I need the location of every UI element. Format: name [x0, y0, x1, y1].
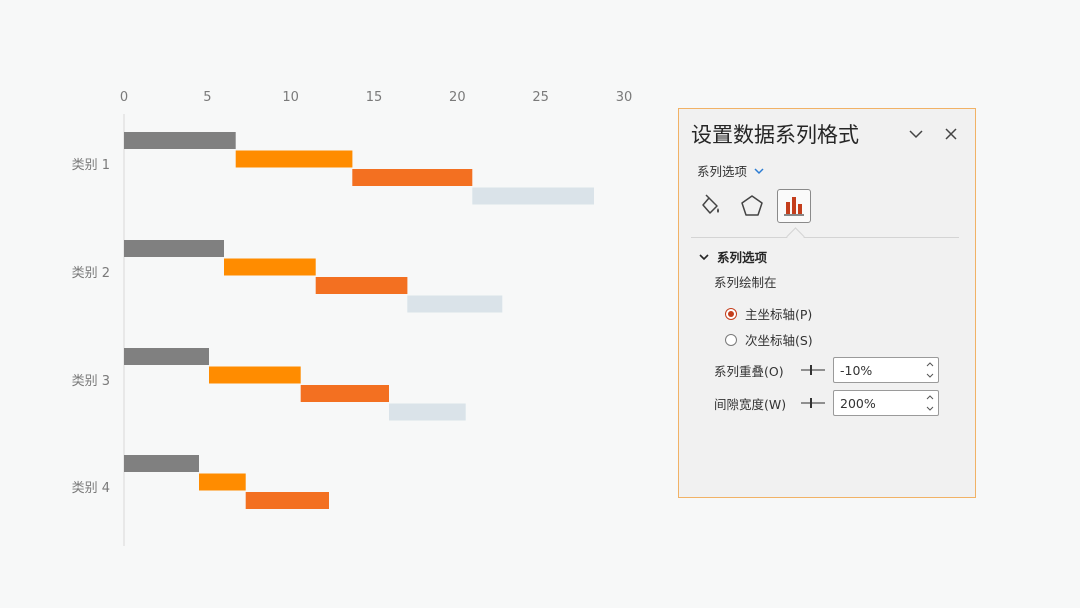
slider-icon	[801, 365, 825, 375]
gap-width-row: 间隙宽度(W)	[714, 390, 939, 416]
chevron-down-icon	[754, 167, 764, 174]
spin-up-button[interactable]	[924, 360, 936, 369]
pentagon-icon	[741, 195, 763, 216]
bar	[389, 403, 466, 421]
x-tick-label: 15	[366, 90, 383, 105]
gap-width-spin-arrows	[924, 393, 936, 413]
bar	[352, 169, 473, 186]
spin-down-button[interactable]	[924, 404, 936, 413]
tab-series-options[interactable]	[777, 189, 811, 223]
x-tick-label: 5	[203, 90, 211, 105]
primary-axis-label: 主坐标轴(P)	[745, 307, 813, 322]
chevron-up-icon	[926, 362, 934, 367]
x-tick-label: 25	[532, 90, 549, 105]
bar-chart-icon	[784, 197, 804, 216]
plot-series-on-label: 系列绘制在	[714, 275, 777, 290]
tab-fill-line[interactable]	[693, 189, 727, 223]
bar	[124, 348, 209, 365]
chevron-down-icon	[926, 406, 934, 411]
category-label: 类别 3	[72, 374, 110, 389]
series-overlap-slider[interactable]	[796, 362, 830, 378]
gap-width-label: 间隙宽度(W)	[714, 396, 787, 412]
section-title: 系列选项	[717, 250, 768, 265]
chevron-down-icon	[909, 130, 923, 139]
category-label: 类别 2	[72, 266, 110, 281]
secondary-axis-radio[interactable]	[725, 333, 737, 346]
primary-axis-radio-option[interactable]: 主坐标轴(P)	[725, 304, 812, 323]
format-data-series-pane: 设置数据系列格式 系列选项 系列选项 系列绘制在 主坐标轴(P) 次坐标轴(S)…	[678, 108, 976, 498]
tab-divider	[691, 237, 959, 238]
bar	[124, 455, 199, 472]
gap-width-spinbox[interactable]	[833, 390, 939, 416]
series-overlap-spin-arrows	[924, 360, 936, 380]
series-overlap-spinbox[interactable]	[833, 357, 939, 383]
secondary-axis-label: 次坐标轴(S)	[745, 333, 813, 348]
series-overlap-label: 系列重叠(O)	[714, 363, 784, 379]
series-overlap-row: 系列重叠(O)	[714, 357, 939, 383]
bar	[235, 150, 353, 168]
secondary-axis-radio-option[interactable]: 次坐标轴(S)	[725, 330, 813, 349]
tab-effects[interactable]	[735, 189, 769, 223]
active-tab-pointer	[786, 227, 805, 246]
bar	[472, 187, 594, 205]
close-icon	[945, 128, 957, 140]
category-label: 类别 4	[72, 481, 110, 496]
pane-close-button[interactable]	[940, 123, 962, 145]
pane-tabs	[693, 189, 811, 223]
spin-down-button[interactable]	[924, 371, 936, 380]
spin-up-button[interactable]	[924, 393, 936, 402]
chevron-down-icon	[699, 253, 709, 260]
bar	[300, 385, 389, 402]
slider-icon	[801, 398, 825, 408]
bar	[199, 473, 246, 491]
pane-title: 设置数据系列格式	[691, 123, 859, 147]
paint-bucket-icon	[702, 194, 719, 214]
series-options-dropdown-label: 系列选项	[697, 164, 748, 179]
series-options-dropdown[interactable]: 系列选项	[697, 161, 765, 180]
bar	[124, 240, 224, 257]
bar	[224, 258, 316, 276]
x-tick-label: 10	[282, 90, 299, 105]
category-label: 类别 1	[72, 158, 110, 173]
bar	[407, 295, 503, 313]
x-tick-label: 0	[120, 90, 128, 105]
bar	[245, 492, 329, 509]
gap-width-input[interactable]	[834, 394, 922, 412]
series-options-section-header[interactable]: 系列选项	[699, 247, 767, 266]
primary-axis-radio[interactable]	[725, 307, 737, 320]
chevron-down-icon	[926, 373, 934, 378]
series-overlap-input[interactable]	[834, 361, 922, 379]
x-tick-label: 20	[449, 90, 466, 105]
bar	[209, 366, 301, 384]
pane-options-button[interactable]	[905, 123, 927, 145]
bar	[124, 132, 236, 149]
gap-width-slider[interactable]	[796, 395, 830, 411]
chevron-up-icon	[926, 395, 934, 400]
bar	[315, 277, 408, 294]
bar-chart: 0 5 10 15 20 25 30 类别 1 类别 2 类别 3 类别 4	[72, 90, 633, 546]
x-tick-label: 30	[616, 90, 633, 105]
